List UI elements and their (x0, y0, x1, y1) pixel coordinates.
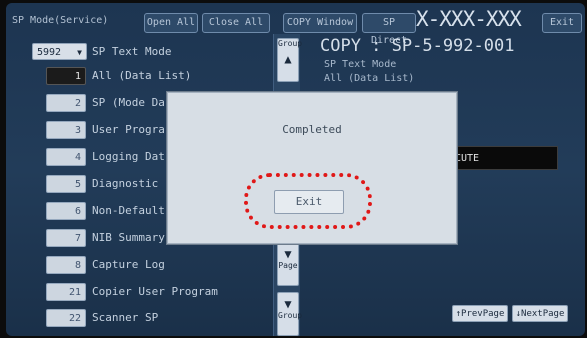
sp-item-label: User Progra (92, 123, 165, 136)
open-all-button[interactable]: Open All (144, 13, 198, 33)
sp-direct-button[interactable]: SP Direct (362, 13, 416, 46)
model-number: X-XXX-XXX (416, 7, 522, 31)
sp-item-number: 2 (46, 94, 86, 112)
sp-item-label: SP (Mode Da (92, 96, 165, 109)
group-down-button[interactable]: ▼ Group (277, 292, 303, 336)
completed-dialog: Completed Exit (167, 92, 457, 244)
chevron-down-icon: ▼ (77, 48, 82, 57)
sp-item-label: All (Data List) (92, 69, 192, 82)
close-all-button[interactable]: Close All (202, 13, 270, 33)
group-down-label: Group (278, 311, 303, 320)
sp-item-number: 5 (46, 175, 86, 193)
execute-button[interactable]: CUTE (448, 146, 558, 170)
detail-subtitle: SP Text Mode (324, 59, 397, 70)
group-up-button[interactable]: Group ▲ (277, 38, 303, 82)
sp-item-number: 22 (46, 309, 86, 327)
exit-header-button[interactable]: Exit (542, 13, 582, 33)
copy-window-button[interactable]: COPY Window (283, 13, 357, 33)
sp-item-number: 1 (46, 67, 86, 85)
sp-item-label: Non-Default (92, 204, 165, 217)
highlight-ring (244, 173, 372, 229)
sp-item-label: Logging Dat (92, 150, 165, 163)
prev-page-button[interactable]: ↑PrevPage (452, 305, 508, 322)
header-title: SP Mode(Service) (12, 15, 109, 26)
sp-item-number: 6 (46, 202, 86, 220)
sp-mode-panel: SP Mode(Service) Open All Close All COPY… (6, 3, 585, 336)
detail-subtitle-item: All (Data List) (324, 73, 415, 84)
next-page-button[interactable]: ↓NextPage (512, 305, 568, 322)
sp-item-number: 7 (46, 229, 86, 247)
sp-item-number: 21 (46, 283, 86, 301)
sp-item-number: 4 (46, 148, 86, 166)
sp-item-label: Scanner SP (92, 311, 159, 324)
detail-title: COPY : SP-5-992-001 (320, 36, 515, 56)
arrow-down-icon: ▼ (284, 247, 292, 261)
mode-label: SP Text Mode (92, 45, 172, 58)
sp-item-label: Diagnostic (92, 177, 159, 190)
sp-item-number: 3 (46, 121, 86, 139)
arrow-down-icon: ▼ (284, 297, 292, 311)
group-up-label: Group (278, 39, 303, 48)
sp-item-label: Capture Log (92, 258, 165, 271)
screen: SP Mode(Service) Open All Close All COPY… (0, 0, 587, 338)
mode-select-value: 5992 (37, 47, 62, 58)
arrow-up-icon: ▲ (284, 52, 292, 66)
sp-item-number: 8 (46, 256, 86, 274)
mode-select[interactable]: 5992 ▼ (32, 43, 87, 60)
dialog-message: Completed (282, 123, 342, 136)
page-down-label: Page (278, 261, 298, 270)
page-down-button[interactable]: ▼ Page (277, 242, 299, 286)
sp-item-label: Copier User Program (92, 285, 218, 298)
sp-item-label: NIB Summary (92, 231, 165, 244)
